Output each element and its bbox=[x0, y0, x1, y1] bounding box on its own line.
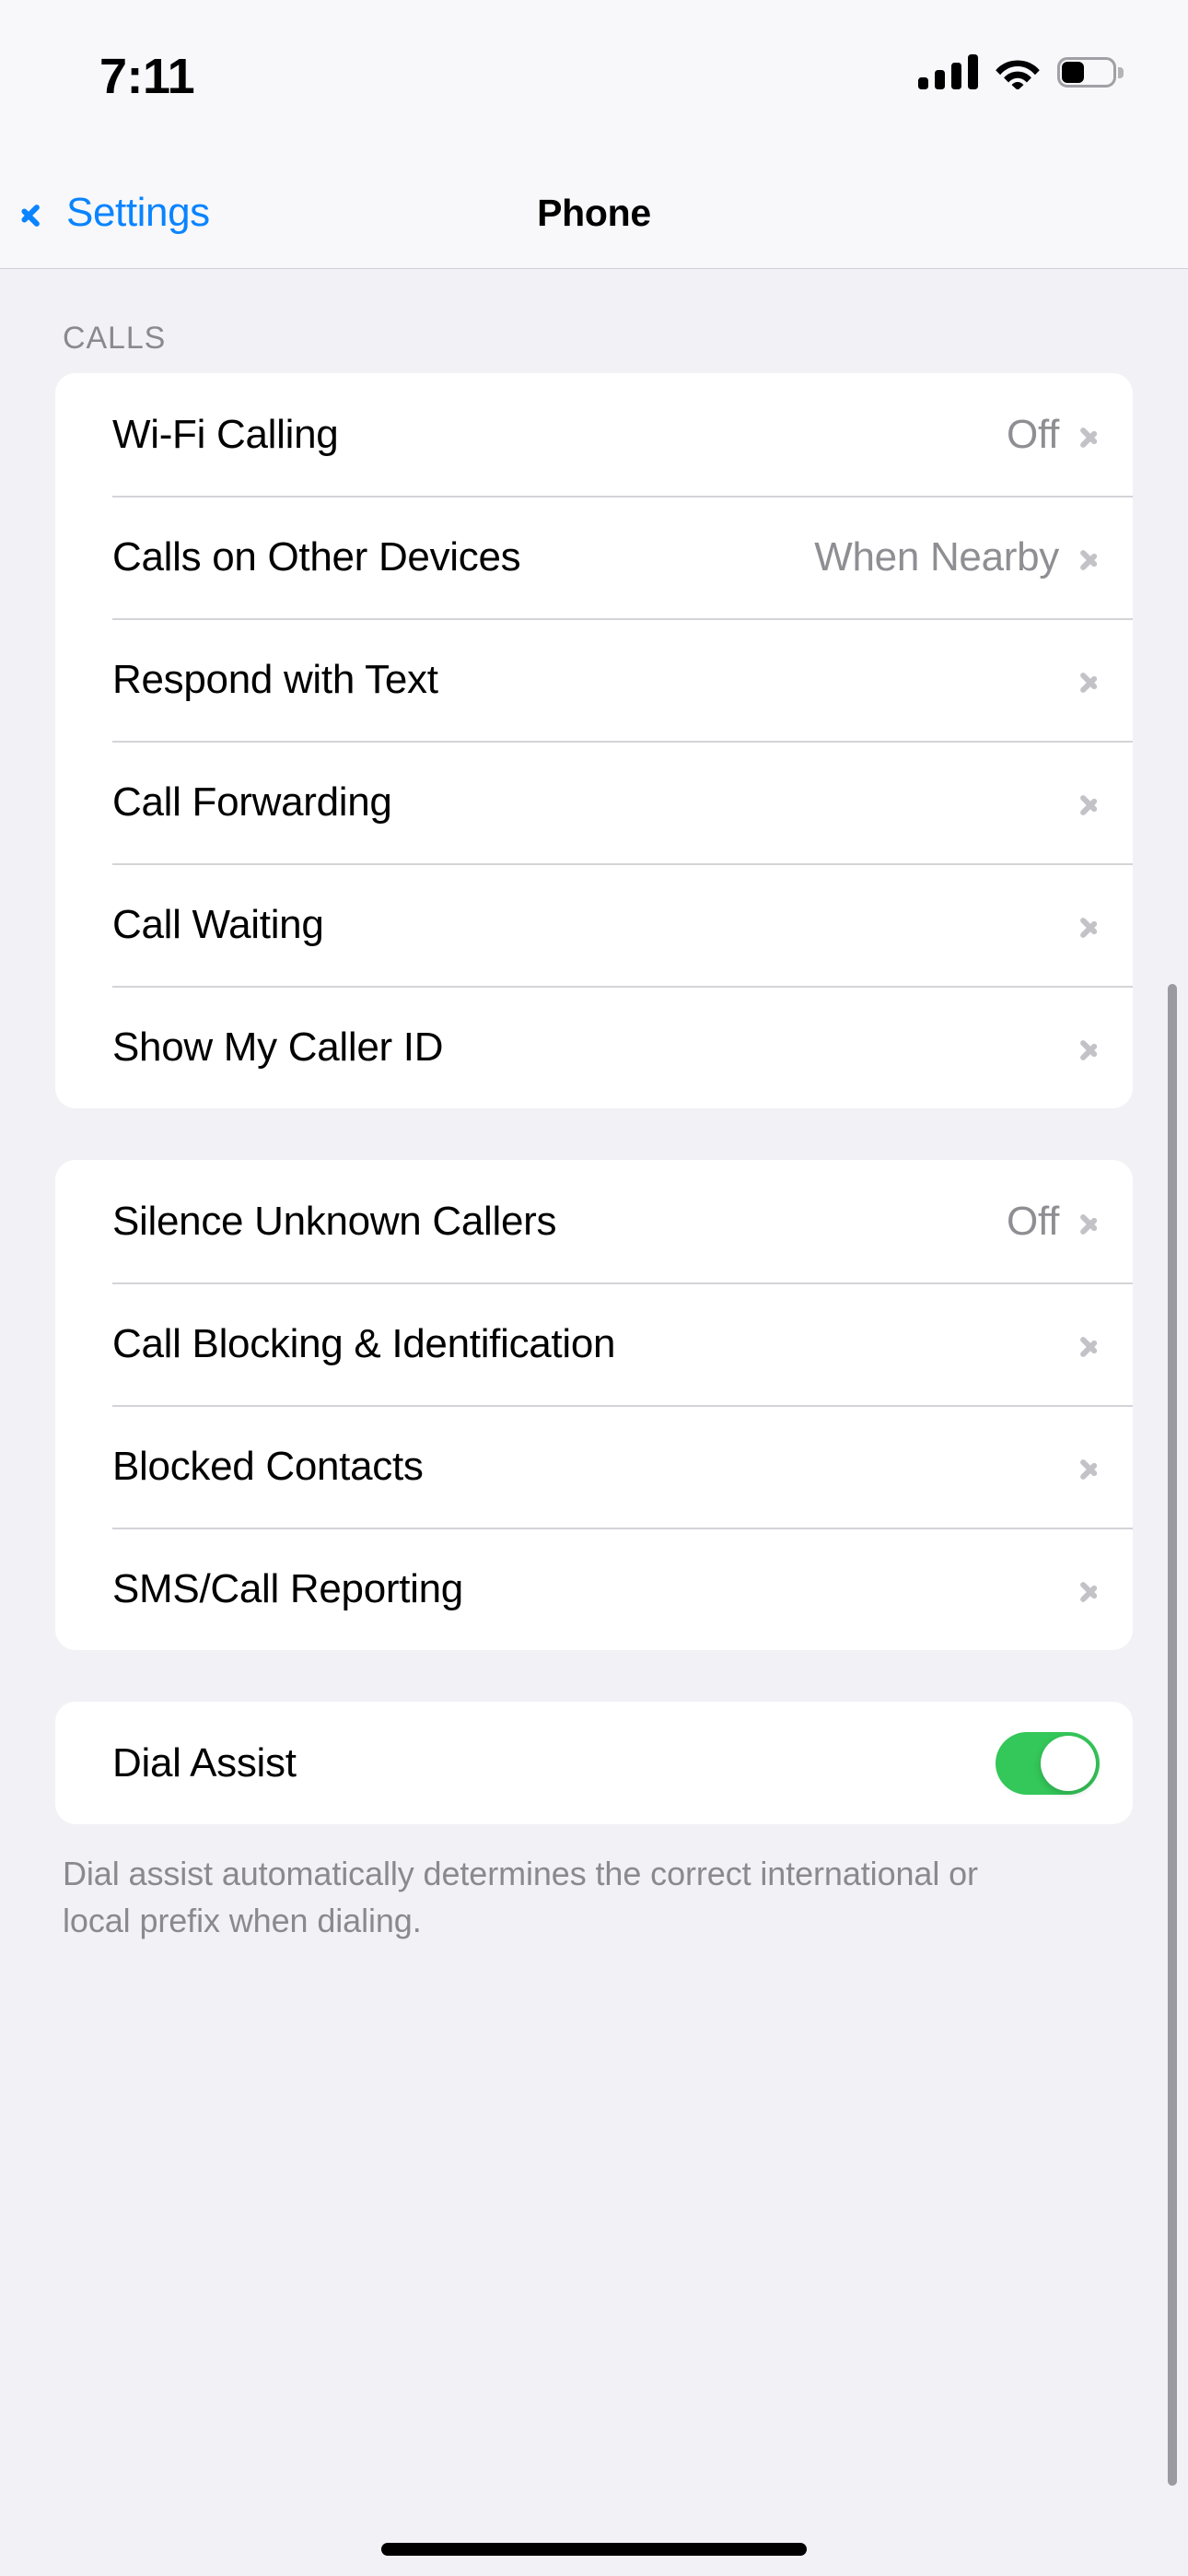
settings-row-value: Off bbox=[1007, 1198, 1059, 1244]
settings-row[interactable]: Call Waiting bbox=[55, 863, 1133, 986]
chevron-right-icon bbox=[1079, 662, 1100, 698]
status-bar: 7:11 bbox=[0, 0, 1188, 157]
chevron-right-icon bbox=[1079, 416, 1100, 453]
toggle-switch[interactable] bbox=[996, 1731, 1100, 1795]
settings-group: Silence Unknown Callers Off Call Blocking … bbox=[55, 1160, 1133, 1650]
scrollbar[interactable] bbox=[1168, 984, 1177, 2486]
settings-row[interactable]: Call Forwarding bbox=[55, 741, 1133, 863]
settings-row[interactable]: Respond with Text bbox=[55, 618, 1133, 741]
toggle-knob bbox=[1041, 1735, 1096, 1791]
iphone-screen: 7:11 Settings Phone CALLS Wi-Fi Calling … bbox=[0, 0, 1188, 2576]
settings-group: Wi-Fi Calling Off Calls on Other Devices Wh… bbox=[55, 373, 1133, 1108]
settings-row-label: Call Waiting bbox=[112, 901, 324, 947]
settings-row-label: Call Blocking & Identification bbox=[112, 1320, 616, 1366]
settings-list: CALLS Wi-Fi Calling Off Calls on Other Devi… bbox=[0, 269, 1188, 2576]
settings-row-label: Calls on Other Devices bbox=[112, 533, 521, 580]
chevron-right-icon bbox=[1079, 907, 1100, 943]
status-bar-indicators bbox=[918, 50, 1124, 94]
settings-row-label: Dial Assist bbox=[112, 1739, 297, 1786]
settings-row-label: Call Forwarding bbox=[112, 779, 392, 825]
settings-row-label: Silence Unknown Callers bbox=[112, 1198, 557, 1244]
navigation-bar: Settings Phone bbox=[0, 157, 1188, 269]
chevron-right-icon bbox=[1079, 539, 1100, 576]
settings-row-label: Show My Caller ID bbox=[112, 1024, 444, 1070]
page-title: Phone bbox=[537, 191, 651, 234]
status-bar-time: 7:11 bbox=[99, 49, 195, 104]
settings-row[interactable]: Calls on Other Devices When Nearby bbox=[55, 496, 1133, 618]
chevron-right-icon bbox=[1079, 784, 1100, 821]
chevron-right-icon bbox=[1079, 1448, 1100, 1485]
settings-row-label: SMS/Call Reporting bbox=[112, 1565, 463, 1611]
cellular-signal-icon bbox=[918, 54, 978, 89]
settings-row[interactable]: Silence Unknown Callers Off bbox=[55, 1160, 1133, 1282]
chevron-right-icon bbox=[1079, 1203, 1100, 1240]
settings-row[interactable]: SMS/Call Reporting bbox=[55, 1528, 1133, 1650]
chevron-right-icon bbox=[1079, 1029, 1100, 1066]
chevron-right-icon bbox=[1079, 1571, 1100, 1608]
wifi-icon bbox=[995, 54, 1041, 90]
chevron-right-icon bbox=[1079, 1326, 1100, 1363]
settings-row[interactable]: Show My Caller ID bbox=[55, 986, 1133, 1108]
settings-row-value: When Nearby bbox=[814, 533, 1059, 580]
settings-row-label: Respond with Text bbox=[112, 656, 438, 702]
settings-group: Dial Assist bbox=[55, 1702, 1133, 1824]
settings-row-value: Off bbox=[1007, 411, 1059, 457]
settings-row[interactable]: Call Blocking & Identification bbox=[55, 1282, 1133, 1405]
settings-row[interactable]: Blocked Contacts bbox=[55, 1405, 1133, 1528]
settings-row[interactable]: Dial Assist bbox=[55, 1702, 1133, 1824]
settings-row-label: Blocked Contacts bbox=[112, 1443, 424, 1489]
settings-row-label: Wi-Fi Calling bbox=[112, 411, 339, 457]
settings-row[interactable]: Wi-Fi Calling Off bbox=[55, 373, 1133, 496]
battery-icon bbox=[1057, 56, 1124, 88]
home-indicator[interactable] bbox=[381, 2543, 807, 2556]
section-footer-note: Dial assist automatically determines the… bbox=[63, 1855, 978, 1940]
section-header: CALLS bbox=[63, 321, 167, 356]
